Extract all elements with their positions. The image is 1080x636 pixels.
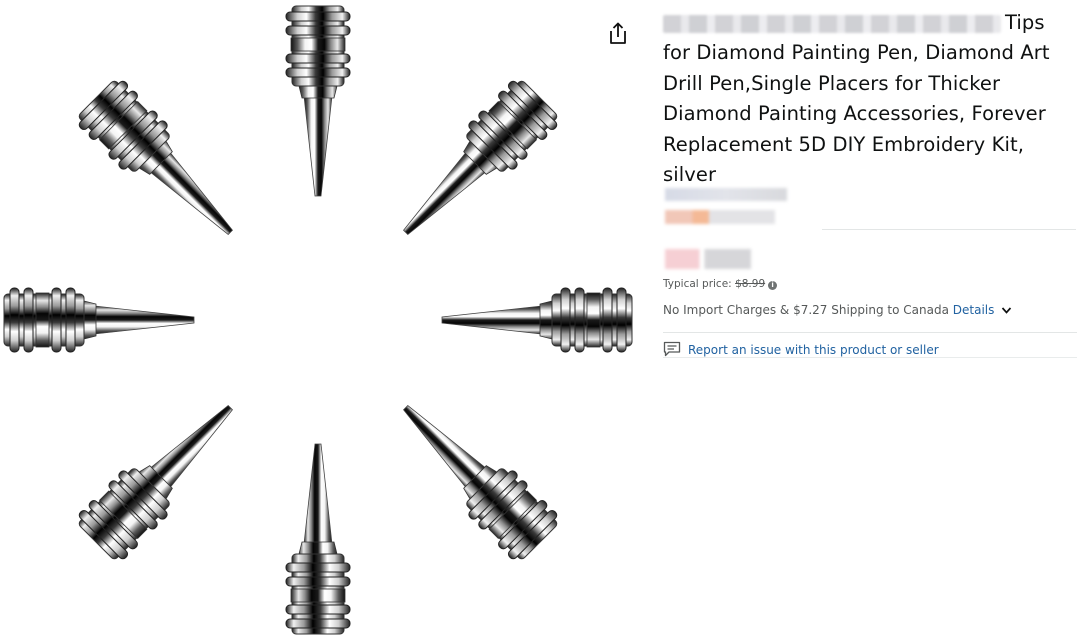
typical-price-label: Typical price: — [663, 278, 732, 290]
divider — [663, 332, 1077, 333]
redacted-brand-text — [663, 14, 1001, 33]
product-title-text: Tips for Diamond Painting Pen, Diamond A… — [663, 11, 1050, 187]
product-title-area: Tips for Diamond Painting Pen, Diamond A… — [663, 8, 1075, 190]
report-issue-link[interactable]: Report an issue with this product or sel… — [663, 341, 939, 357]
share-icon — [610, 22, 626, 44]
typical-price-row: Typical price: $8.99 i — [663, 278, 778, 290]
divider — [663, 357, 1077, 358]
share-button[interactable] — [604, 18, 632, 48]
shipping-details-link[interactable]: Details — [953, 303, 995, 317]
shipping-text: No Import Charges & $7.27 Shipping to Ca… — [663, 303, 949, 317]
info-icon[interactable]: i — [768, 281, 778, 290]
product-image[interactable] — [0, 0, 640, 636]
typical-price-value: $8.99 — [735, 278, 766, 290]
shipping-row: No Import Charges & $7.27 Shipping to Ca… — [663, 303, 1012, 317]
report-issue-label: Report an issue with this product or sel… — [688, 343, 939, 357]
divider — [822, 229, 1076, 230]
redacted-price — [665, 249, 751, 269]
product-title: Tips for Diamond Painting Pen, Diamond A… — [663, 8, 1075, 190]
redacted-rating — [665, 210, 775, 224]
message-report-icon — [663, 341, 681, 357]
redacted-store-link — [665, 188, 787, 201]
chevron-down-icon[interactable] — [1001, 306, 1012, 315]
